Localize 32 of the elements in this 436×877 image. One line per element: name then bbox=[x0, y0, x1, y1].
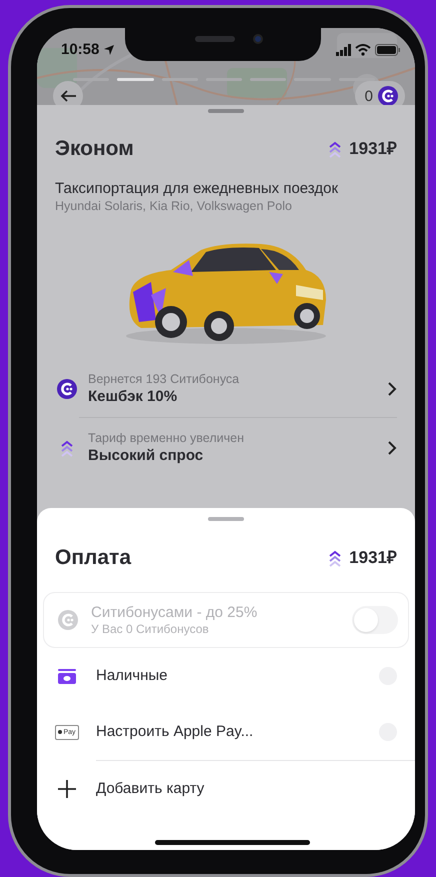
payment-method-item[interactable]: Добавить карту bbox=[55, 761, 397, 817]
plus-icon bbox=[58, 780, 76, 798]
row-caption: Тариф временно увеличен bbox=[88, 431, 245, 446]
car-models: Hyundai Solaris, Kia Rio, Volkswagen Polo bbox=[55, 198, 293, 214]
row-title: Кешбэк 10% bbox=[88, 387, 178, 406]
bonus-icon bbox=[377, 85, 399, 105]
wifi-icon bbox=[355, 44, 371, 56]
chevron-icon bbox=[387, 440, 397, 456]
payment-method-item[interactable]: Наличные bbox=[55, 648, 397, 704]
tariff-description: Таксипортация для ежедневных поездок bbox=[55, 180, 340, 198]
sheet-handle[interactable] bbox=[208, 517, 244, 521]
row-title: Высокий спрос bbox=[88, 446, 204, 465]
signal-icon bbox=[336, 44, 351, 56]
sheet-handle[interactable] bbox=[208, 109, 244, 113]
chevron-icon bbox=[387, 381, 397, 397]
location-arrow-icon bbox=[103, 44, 116, 56]
tariff-title: Эконом bbox=[55, 136, 134, 162]
bonus-option-title: Ситибонусами - до 25% bbox=[91, 604, 258, 622]
payment-title: Оплата bbox=[55, 545, 132, 572]
row-caption: Вернется 193 Ситибонуса bbox=[88, 372, 240, 387]
surge-icon bbox=[60, 440, 74, 456]
bonus-icon bbox=[57, 609, 79, 631]
bonus-option-subtitle: У Вас 0 Ситибонусов bbox=[91, 622, 210, 636]
back-arrow-icon bbox=[60, 89, 76, 103]
price: 1931₽ bbox=[349, 138, 397, 160]
bonus-icon bbox=[56, 378, 78, 400]
info-row[interactable]: Вернется 193 Ситибонуса Кешбэк 10% bbox=[55, 367, 397, 411]
status-time: 10:58 bbox=[61, 40, 100, 60]
price: 1931₽ bbox=[349, 547, 397, 570]
battery-icon bbox=[375, 44, 401, 56]
cash-icon bbox=[57, 668, 77, 684]
info-row[interactable]: Тариф временно увеличен Высокий спрос bbox=[55, 426, 397, 470]
